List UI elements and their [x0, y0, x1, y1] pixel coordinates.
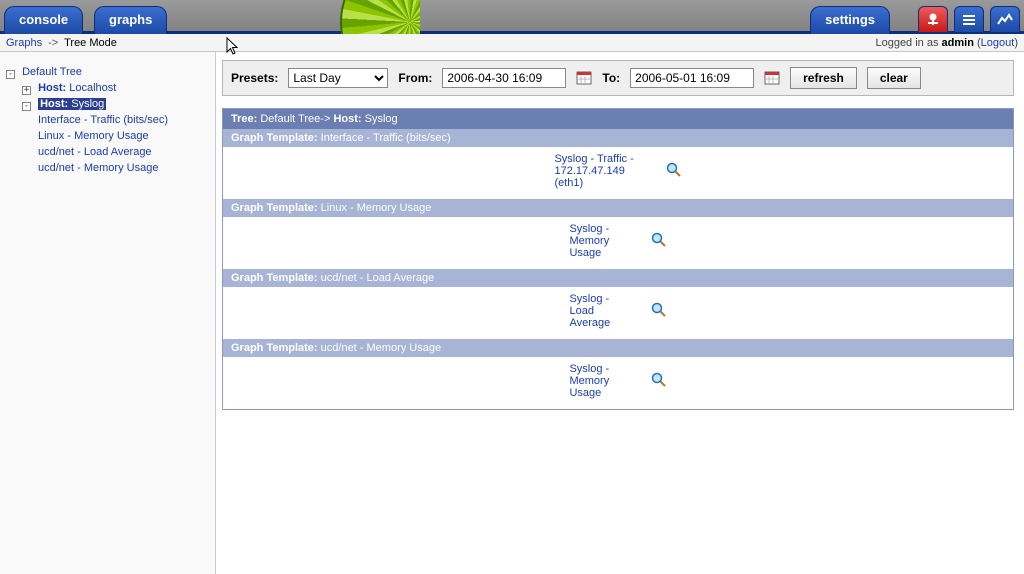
tree-leaf: ucd/net - Memory Usage: [38, 162, 211, 174]
collapse-icon[interactable]: -: [22, 102, 31, 111]
breadcrumb-leaf: Tree Mode: [64, 37, 117, 49]
to-label: To:: [602, 71, 620, 85]
host-prefix: Host:: [40, 98, 68, 110]
view-mode-icons: [918, 6, 1020, 34]
template-label: Graph Template:: [231, 132, 318, 144]
zoom-icon[interactable]: [666, 162, 682, 181]
top-bar: console graphs settings: [0, 0, 1024, 34]
login-user: admin: [942, 37, 974, 49]
template-header: Graph Template: Interface - Traffic (bit…: [223, 129, 1014, 147]
graph-link[interactable]: Syslog - Memory Usage: [569, 363, 629, 399]
template-header: Graph Template: ucd/net - Load Average: [223, 269, 1014, 287]
to-input[interactable]: [630, 68, 754, 88]
breadcrumb-bar: Graphs -> Tree Mode Logged in as admin (…: [0, 34, 1024, 52]
tab-settings[interactable]: settings: [810, 6, 890, 34]
presets-select[interactable]: Last Day: [288, 68, 388, 88]
login-status: Logged in as admin (Logout): [875, 34, 1018, 52]
results-table: Tree: Default Tree-> Host: Syslog Graph …: [222, 108, 1014, 410]
tree-leaf-link[interactable]: Linux - Memory Usage: [38, 130, 149, 142]
list-view-icon[interactable]: [954, 6, 984, 32]
template-name: ucd/net - Memory Usage: [321, 342, 441, 354]
tree-host-syslog: - Host: Syslog Interface - Traffic (bits…: [22, 98, 211, 174]
breadcrumb: Graphs -> Tree Mode: [6, 37, 117, 49]
presets-label: Presets:: [231, 71, 278, 85]
tree-host-syslog-link[interactable]: Host: Syslog: [38, 98, 106, 110]
host-name: Syslog: [71, 98, 104, 110]
tree-leaf: ucd/net - Load Average: [38, 146, 211, 158]
zoom-icon[interactable]: [651, 302, 667, 321]
tree-root: - Default Tree + Host: Localhost - Host:…: [6, 66, 211, 174]
graph-link[interactable]: Syslog - Load Average: [569, 293, 629, 329]
graph-link[interactable]: Syslog - Memory Usage: [569, 223, 629, 259]
tree-leaf: Interface - Traffic (bits/sec): [38, 114, 211, 126]
breadcrumb-sep: ->: [48, 37, 58, 49]
tree-view-icon[interactable]: [918, 6, 948, 32]
template-header: Graph Template: Linux - Memory Usage: [223, 199, 1014, 217]
expand-icon[interactable]: +: [22, 86, 31, 95]
zoom-icon[interactable]: [651, 232, 667, 251]
calendar-icon[interactable]: [764, 70, 780, 86]
tree-path: Default Tree->: [260, 113, 330, 125]
preview-view-icon[interactable]: [990, 6, 1020, 32]
filter-bar: Presets: Last Day From: To: refresh clea…: [222, 60, 1014, 96]
login-prefix: Logged in as: [875, 37, 941, 49]
template-label: Graph Template:: [231, 202, 318, 214]
template-name: Linux - Memory Usage: [321, 202, 432, 214]
logo-swirl: [330, 0, 420, 36]
tree-leaf-link[interactable]: Interface - Traffic (bits/sec): [38, 114, 168, 126]
clear-button[interactable]: clear: [867, 67, 921, 89]
tree-host-localhost-link[interactable]: Host: Localhost: [38, 82, 116, 94]
main-split: - Default Tree + Host: Localhost - Host:…: [0, 52, 1024, 574]
tree-leaf-link[interactable]: ucd/net - Memory Usage: [38, 162, 158, 174]
logout-link[interactable]: Logout: [981, 37, 1015, 49]
from-label: From:: [398, 71, 432, 85]
sidebar-tree: - Default Tree + Host: Localhost - Host:…: [0, 52, 216, 574]
tree-leaf-link[interactable]: ucd/net - Load Average: [38, 146, 152, 158]
tree-label: Tree:: [231, 113, 257, 125]
host-label: Host:: [333, 113, 361, 125]
results-tree-header: Tree: Default Tree-> Host: Syslog: [223, 109, 1014, 130]
host-name: Syslog: [365, 113, 398, 125]
tab-console[interactable]: console: [4, 6, 83, 34]
breadcrumb-root[interactable]: Graphs: [6, 37, 42, 49]
tab-graphs[interactable]: graphs: [94, 6, 167, 34]
graph-link[interactable]: Syslog - Traffic - 172.17.47.149 (eth1): [554, 153, 644, 189]
tree-leaf: Linux - Memory Usage: [38, 130, 211, 142]
template-name: Interface - Traffic (bits/sec): [321, 132, 451, 144]
collapse-icon[interactable]: -: [6, 70, 15, 79]
calendar-icon[interactable]: [576, 70, 592, 86]
template-name: ucd/net - Load Average: [321, 272, 435, 284]
content-pane: Presets: Last Day From: To: refresh clea…: [216, 52, 1024, 574]
template-header: Graph Template: ucd/net - Memory Usage: [223, 339, 1014, 357]
host-name: Localhost: [69, 82, 116, 94]
refresh-button[interactable]: refresh: [790, 67, 857, 89]
zoom-icon[interactable]: [651, 372, 667, 391]
tree-host-localhost: + Host: Localhost: [22, 82, 211, 94]
from-input[interactable]: [442, 68, 566, 88]
template-label: Graph Template:: [231, 342, 318, 354]
host-prefix: Host:: [38, 82, 66, 94]
tree-root-link[interactable]: Default Tree: [22, 66, 82, 78]
template-label: Graph Template:: [231, 272, 318, 284]
